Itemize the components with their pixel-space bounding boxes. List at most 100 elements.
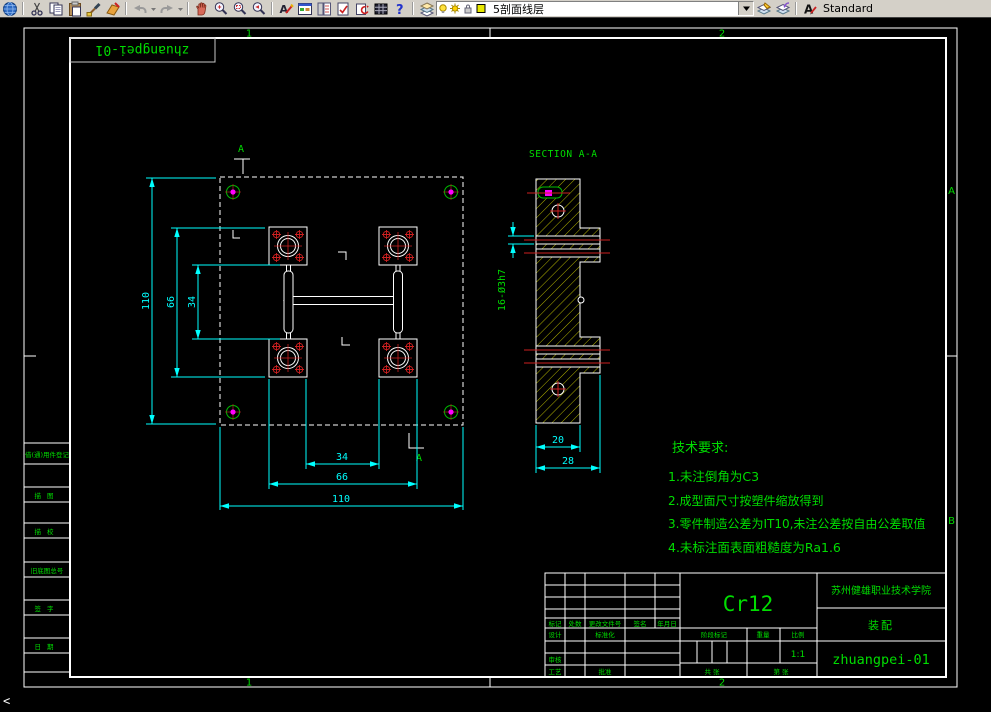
stamp-text: zhuangpei-01	[96, 42, 190, 57]
undo-arrow-icon	[133, 4, 146, 13]
page-refresh-icon	[355, 3, 369, 15]
margin-cell-label: 描图	[35, 491, 60, 500]
zone-number: 2	[719, 678, 725, 689]
zone-letter: A	[948, 186, 955, 197]
layer-previous-button[interactable]	[773, 1, 792, 16]
margin-cell-label: 签字	[35, 604, 60, 613]
tech-item: 3.零件制造公差为IT10,未注公差按自由公差取值	[668, 516, 925, 531]
pan-button[interactable]	[192, 1, 211, 16]
dim-34v: 34	[187, 296, 198, 308]
dim-28: 28	[562, 456, 574, 467]
edit-polyline-icon	[105, 1, 120, 16]
layer-combo-value: 5剖面线层	[493, 2, 544, 16]
tech-title: 技术要求:	[672, 441, 728, 456]
dimension-holes: 16-Ø3h7	[496, 222, 534, 311]
label-standard: 标准化	[595, 630, 615, 639]
label-mark: 标记	[549, 619, 563, 628]
margin-cell-label: 日期	[35, 643, 60, 651]
label-date: 年月日	[657, 619, 677, 628]
command-prompt[interactable]: <	[3, 694, 10, 708]
part-name: 装配	[868, 619, 894, 632]
undo-dropdown[interactable]	[149, 1, 157, 16]
zoom-window-button[interactable]	[230, 1, 249, 16]
label-weight: 重量	[757, 631, 771, 639]
dimensions-left: 110 66 34	[141, 177, 280, 425]
help-icon: ?	[396, 3, 404, 17]
label-sign: 签名	[634, 619, 647, 628]
svg-text:?: ?	[396, 3, 404, 17]
label-craft: 工艺	[549, 668, 563, 676]
copy-button[interactable]	[46, 1, 65, 16]
zoom-previous-button[interactable]	[249, 1, 268, 16]
drawing-number: zhuangpei-01	[832, 652, 930, 668]
dimensions-bottom: 34 66 110	[219, 379, 464, 510]
chevron-down-icon	[150, 7, 156, 11]
globe-icon	[2, 1, 17, 16]
title-stamp: zhuangpei-01	[69, 37, 216, 63]
text-style-button[interactable]: A	[800, 1, 819, 16]
separator	[125, 2, 127, 15]
pan-hand-icon	[195, 1, 206, 15]
label-sheets: 共 张	[704, 667, 720, 676]
cut-line-top: A	[234, 144, 250, 174]
tool-palettes-icon	[317, 2, 331, 15]
clipboard-icon	[68, 1, 81, 16]
section-title: SECTION A-A	[529, 149, 597, 160]
designcenter-icon	[297, 2, 312, 15]
dim-20: 20	[552, 435, 564, 446]
standard-toolbar: A ? 5剖面线层 A Standard	[0, 0, 991, 18]
separator	[187, 2, 189, 15]
h-connector	[282, 265, 403, 339]
drawing-canvas[interactable]: 1 2 1 2 A B zhuangpei-01 借(通)用件登记 描图 描校 …	[0, 0, 991, 712]
zone-number: 1	[246, 678, 252, 689]
paste-button[interactable]	[65, 1, 84, 16]
label-approve: 批准	[599, 667, 613, 676]
redo-dropdown[interactable]	[176, 1, 184, 16]
tech-item: 2.成型面尺寸按塑件缩放得到	[668, 493, 823, 508]
cut-button[interactable]	[27, 1, 46, 16]
zoom-realtime-button[interactable]	[211, 1, 230, 16]
dim-110h: 110	[332, 494, 350, 505]
separator	[22, 2, 24, 15]
tech-item: 4.未标注面表面粗糙度为Ra1.6	[668, 540, 841, 555]
chevron-down-icon	[177, 7, 183, 11]
find-button[interactable]: A	[276, 1, 295, 16]
layer-combo-dropdown[interactable]	[738, 2, 753, 15]
copy-icon	[49, 2, 62, 15]
help-button[interactable]: ?	[390, 1, 409, 17]
section-profile	[535, 178, 601, 424]
etransmit-button[interactable]	[352, 1, 371, 16]
tech-item: 1.未注倒角为C3	[668, 469, 759, 484]
section-view: SECTION A-A 16-Ø3h7 20 28	[496, 149, 610, 473]
cut-label: A	[238, 144, 244, 155]
tool-palettes-button[interactable]	[314, 1, 333, 16]
designcenter-button[interactable]	[295, 1, 314, 16]
margin-column: 借(通)用件登记 描图 描校 旧底图总号 签字 日期	[24, 442, 70, 673]
svg-text:A: A	[279, 3, 288, 16]
edit-button[interactable]	[103, 1, 122, 16]
layer-combo[interactable]: 5剖面线层	[436, 1, 754, 16]
title-block: Cr12 苏州健雄职业技术学院 装配 zhuangpei-01 1:1 标记 处…	[544, 572, 947, 678]
margin-cell-label: 旧底图总号	[31, 566, 64, 575]
make-layer-current-button[interactable]	[754, 1, 773, 16]
undo-button[interactable]	[130, 1, 149, 16]
match-properties-button[interactable]	[84, 1, 103, 16]
markup-button[interactable]	[333, 1, 352, 16]
scissors-icon	[30, 2, 43, 16]
dim-66v: 66	[166, 296, 177, 308]
separator	[795, 2, 797, 15]
dim-34h: 34	[336, 452, 348, 463]
margin-cell-label: 借(通)用件登记	[25, 450, 70, 459]
text-style-value[interactable]: Standard	[823, 2, 873, 15]
cad-window: A ? 5剖面线层 A Standard 1 2 1 2 A B zhuangp…	[0, 0, 991, 712]
table-button[interactable]	[371, 1, 390, 16]
zone-letter: B	[948, 516, 955, 527]
magnifier-window-icon	[233, 1, 246, 15]
separator	[271, 2, 273, 15]
globe-button[interactable]	[0, 1, 19, 16]
layer-manager-button[interactable]	[417, 1, 436, 17]
layers-icon	[419, 1, 434, 17]
redo-button[interactable]	[157, 1, 176, 16]
dim-110v: 110	[141, 292, 152, 310]
paintbrush-icon	[86, 2, 101, 16]
